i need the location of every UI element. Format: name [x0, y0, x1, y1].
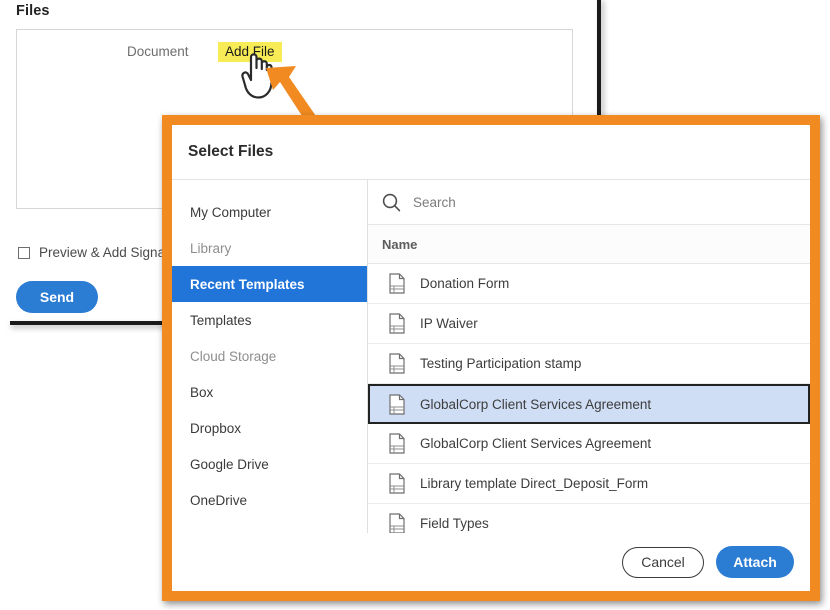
sidebar-item-my-computer[interactable]: My Computer	[172, 194, 367, 230]
file-row[interactable]: Testing Participation stamp	[368, 344, 810, 384]
sidebar-item-recent-templates[interactable]: Recent Templates	[172, 266, 367, 302]
sidebar-item-library: Library	[172, 230, 367, 266]
document-icon	[388, 394, 406, 415]
search-input[interactable]	[413, 195, 810, 210]
select-files-dialog: Select Files My ComputerLibraryRecent Te…	[172, 125, 810, 591]
page-edge-bottom	[10, 321, 173, 325]
file-row[interactable]: Donation Form	[368, 264, 810, 304]
search-icon	[382, 193, 401, 212]
send-button[interactable]: Send	[16, 281, 98, 313]
file-name: GlobalCorp Client Services Agreement	[420, 436, 651, 451]
document-icon	[388, 473, 406, 494]
cancel-button[interactable]: Cancel	[622, 547, 704, 578]
sidebar-item-onedrive[interactable]: OneDrive	[172, 482, 367, 518]
file-row[interactable]: IP Waiver	[368, 304, 810, 344]
dialog-title: Select Files	[172, 125, 810, 179]
dialog-body: My ComputerLibraryRecent TemplatesTempla…	[172, 179, 810, 533]
callout-highlight-frame: Select Files My ComputerLibraryRecent Te…	[162, 115, 820, 601]
file-row[interactable]: Field Types	[368, 504, 810, 533]
preview-signature-checkbox[interactable]	[18, 247, 30, 259]
file-row[interactable]: GlobalCorp Client Services Agreement	[368, 424, 810, 464]
file-name: GlobalCorp Client Services Agreement	[420, 397, 651, 412]
sidebar-item-box[interactable]: Box	[172, 374, 367, 410]
file-list-header: Name	[368, 225, 810, 264]
preview-signature-row[interactable]: Preview & Add Signa	[18, 245, 165, 260]
sidebar-item-cloud-storage: Cloud Storage	[172, 338, 367, 374]
file-row[interactable]: Library template Direct_Deposit_Form	[368, 464, 810, 504]
file-browser-panel: Name Donation Form IP Waiver Testing Parti…	[368, 180, 810, 533]
document-label: Document	[127, 44, 189, 59]
files-section-heading: Files	[16, 3, 50, 19]
file-row[interactable]: GlobalCorp Client Services Agreement	[368, 384, 810, 424]
sidebar-item-dropbox[interactable]: Dropbox	[172, 410, 367, 446]
page-edge-right	[597, 0, 601, 127]
document-icon	[388, 513, 406, 533]
document-icon	[388, 433, 406, 454]
document-icon	[388, 313, 406, 334]
dialog-sidebar: My ComputerLibraryRecent TemplatesTempla…	[172, 180, 368, 533]
file-name: Donation Form	[420, 276, 509, 291]
document-icon	[388, 353, 406, 374]
dialog-footer: Cancel Attach	[172, 533, 810, 591]
file-name: IP Waiver	[420, 316, 478, 331]
file-list: Donation Form IP Waiver Testing Participat…	[368, 264, 810, 533]
preview-signature-label: Preview & Add Signa	[39, 245, 165, 260]
document-icon	[388, 273, 406, 294]
file-name: Field Types	[420, 516, 489, 531]
search-row[interactable]	[368, 180, 810, 225]
sidebar-item-templates[interactable]: Templates	[172, 302, 367, 338]
file-name: Testing Participation stamp	[420, 356, 581, 371]
attach-button[interactable]: Attach	[716, 546, 794, 578]
file-name: Library template Direct_Deposit_Form	[420, 476, 648, 491]
sidebar-item-google-drive[interactable]: Google Drive	[172, 446, 367, 482]
